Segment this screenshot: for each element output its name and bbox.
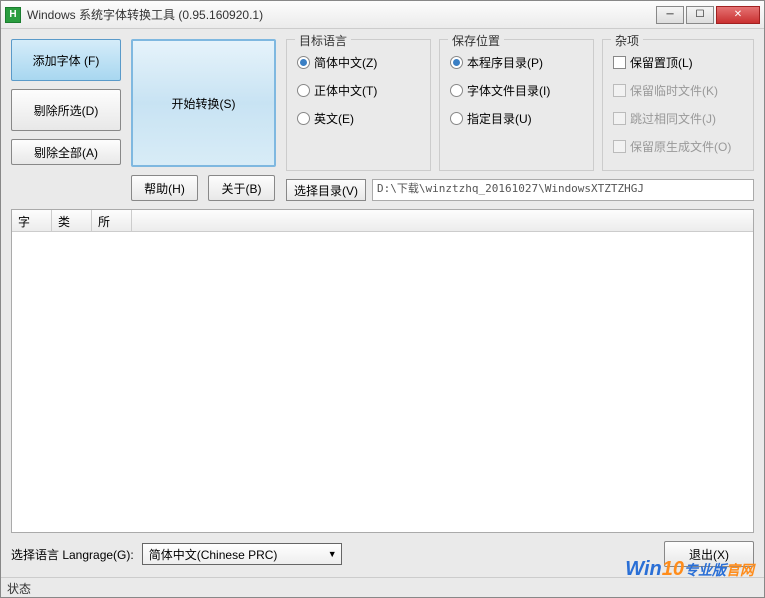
radio-simplified[interactable]: 简体中文(Z) — [297, 48, 420, 76]
language-label: 选择语言 Langrage(G): — [11, 546, 134, 563]
radio-font-dir[interactable]: 字体文件目录(I) — [450, 76, 583, 104]
remove-selected-button[interactable]: 剔除所选(D) — [11, 89, 121, 131]
list-header: 字 类 所 — [12, 210, 753, 232]
col-location[interactable]: 所 — [92, 210, 132, 231]
check-keep-top[interactable]: 保留置顶(L) — [613, 48, 743, 76]
col-type[interactable]: 类 — [52, 210, 92, 231]
group-misc: 杂项 保留置顶(L) 保留临时文件(K) 跳过相同文件(J) 保留原生成文件(O… — [602, 39, 754, 171]
maximize-button[interactable]: ☐ — [686, 6, 714, 24]
language-select[interactable]: 简体中文(Chinese PRC) ▼ — [142, 543, 342, 565]
chevron-down-icon: ▼ — [328, 549, 337, 559]
exit-button[interactable]: 退出(X) — [664, 541, 754, 567]
about-button[interactable]: 关于(B) — [208, 175, 275, 201]
language-value: 简体中文(Chinese PRC) — [149, 546, 278, 563]
help-button[interactable]: 帮助(H) — [131, 175, 198, 201]
font-list[interactable]: 字 类 所 — [11, 209, 754, 533]
add-font-button[interactable]: 添加字体 (F) — [11, 39, 121, 81]
remove-all-button[interactable]: 剔除全部(A) — [11, 139, 121, 165]
group-title: 保存位置 — [448, 32, 504, 49]
check-keep-temp: 保留临时文件(K) — [613, 76, 743, 104]
check-keep-orig: 保留原生成文件(O) — [613, 132, 743, 160]
radio-program-dir[interactable]: 本程序目录(P) — [450, 48, 583, 76]
start-convert-button[interactable]: 开始转换(S) — [131, 39, 276, 167]
status-bar: 状态 — [1, 577, 764, 597]
radio-english[interactable]: 英文(E) — [297, 104, 420, 132]
group-title: 目标语言 — [295, 32, 351, 49]
check-skip-same: 跳过相同文件(J) — [613, 104, 743, 132]
window-title: Windows 系统字体转换工具 (0.95.160920.1) — [27, 6, 654, 23]
radio-specified-dir[interactable]: 指定目录(U) — [450, 104, 583, 132]
list-body — [12, 232, 753, 532]
path-input[interactable]: D:\下载\winztzhq_20161027\WindowsXTZTZHGJ — [372, 179, 754, 201]
close-button[interactable]: ✕ — [716, 6, 760, 24]
group-title: 杂项 — [611, 32, 643, 49]
col-font[interactable]: 字 — [12, 210, 52, 231]
group-save-location: 保存位置 本程序目录(P) 字体文件目录(I) 指定目录(U) — [439, 39, 594, 171]
app-icon: H — [5, 7, 21, 23]
group-target-language: 目标语言 简体中文(Z) 正体中文(T) 英文(E) — [286, 39, 431, 171]
titlebar: H Windows 系统字体转换工具 (0.95.160920.1) ─ ☐ ✕ — [1, 1, 764, 29]
select-dir-button[interactable]: 选择目录(V) — [286, 179, 366, 201]
minimize-button[interactable]: ─ — [656, 6, 684, 24]
radio-traditional[interactable]: 正体中文(T) — [297, 76, 420, 104]
